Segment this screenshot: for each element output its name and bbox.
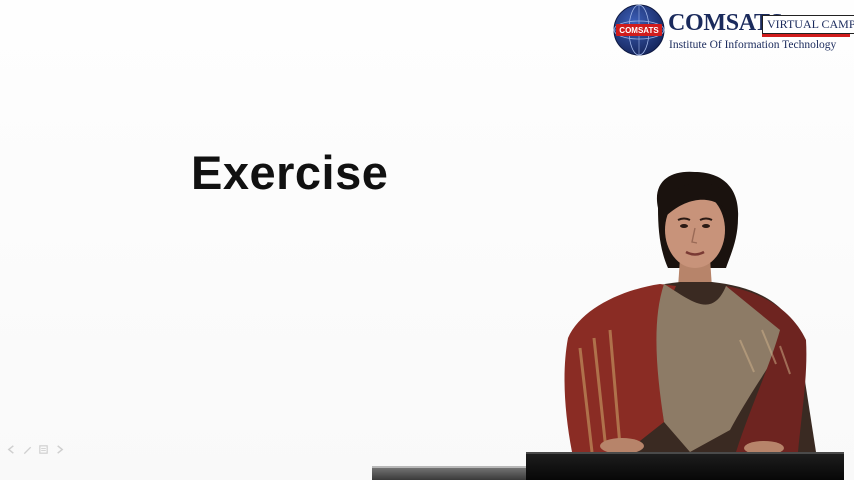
- previous-arrow-icon[interactable]: [6, 444, 17, 455]
- lectern-edge: [526, 452, 844, 454]
- comsats-logo: COMSATS COMSATS VIRTUAL CAMPUS Institute…: [612, 3, 854, 57]
- next-arrow-icon[interactable]: [54, 444, 65, 455]
- slide-controls: [6, 444, 65, 455]
- desk-edge: [372, 466, 532, 468]
- comsats-emblem-icon: COMSATS: [613, 4, 665, 56]
- brand-underline: [762, 34, 850, 37]
- desk-surface: [372, 467, 532, 480]
- pen-icon[interactable]: [22, 444, 33, 455]
- presenter-image: [564, 171, 816, 455]
- lectern: [526, 453, 844, 480]
- emblem-text: COMSATS: [619, 26, 659, 35]
- brand-subtitle: Institute Of Information Technology: [669, 39, 837, 51]
- menu-icon[interactable]: [38, 444, 49, 455]
- virtual-campus-tag: VIRTUAL CAMPUS: [762, 15, 854, 34]
- slide-title: Exercise: [191, 146, 389, 199]
